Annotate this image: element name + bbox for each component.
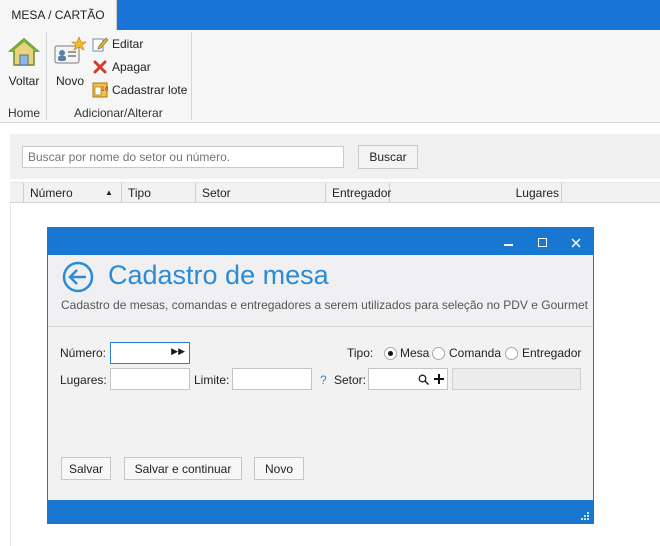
lugares-field[interactable] bbox=[110, 368, 190, 390]
radio-entregador-label[interactable]: Entregador bbox=[522, 346, 581, 360]
novo-button[interactable]: Novo bbox=[50, 34, 90, 96]
dialog-footer bbox=[48, 500, 593, 523]
limite-field[interactable] bbox=[232, 368, 312, 390]
numero-field[interactable]: ▶▶ bbox=[110, 342, 190, 364]
new-card-icon bbox=[54, 36, 87, 64]
novo-dialog-button[interactable]: Novo bbox=[254, 457, 304, 480]
back-arrow-icon[interactable] bbox=[62, 261, 94, 293]
setor-field[interactable] bbox=[368, 368, 448, 390]
column-header-tipo[interactable]: Tipo bbox=[122, 183, 196, 203]
home-icon bbox=[8, 38, 40, 66]
editar-label: Editar bbox=[112, 37, 144, 51]
limite-label: Limite: bbox=[194, 373, 230, 387]
radio-comanda-label[interactable]: Comanda bbox=[449, 346, 501, 360]
resize-grip-icon[interactable] bbox=[579, 510, 589, 520]
tab-mesa-cartao[interactable]: MESA / CARTÃO bbox=[0, 0, 117, 31]
column-header-label: Tipo bbox=[128, 186, 151, 200]
cadastrar-lote-button[interactable]: 10 Cadastrar lote bbox=[92, 80, 187, 100]
apagar-label: Apagar bbox=[112, 60, 151, 74]
setor-name-display bbox=[452, 368, 581, 390]
column-header-label: Entregador bbox=[332, 186, 392, 200]
search-input[interactable] bbox=[22, 146, 344, 168]
search-button[interactable]: Buscar bbox=[358, 145, 418, 169]
dialog-titlebar[interactable] bbox=[48, 228, 593, 255]
setor-label: Setor: bbox=[334, 373, 367, 387]
column-header-setor[interactable]: Setor bbox=[196, 183, 326, 203]
group-label-adicionar-alterar: Adicionar/Alterar bbox=[74, 106, 163, 120]
voltar-label: Voltar bbox=[8, 74, 40, 88]
column-header-numero[interactable]: Número ▲ bbox=[24, 183, 122, 203]
column-header-label: Setor bbox=[202, 186, 231, 200]
group-label-home: Home bbox=[8, 106, 41, 120]
radio-entregador[interactable] bbox=[505, 347, 518, 360]
close-icon[interactable] bbox=[559, 228, 593, 255]
lugares-label: Lugares: bbox=[60, 373, 107, 387]
batch-icon: 10 bbox=[92, 82, 108, 98]
column-header-lugares[interactable]: Lugares bbox=[390, 183, 562, 203]
sort-ascending-icon: ▲ bbox=[105, 188, 113, 197]
grid-border bbox=[10, 203, 11, 546]
salvar-continuar-button[interactable]: Salvar e continuar bbox=[124, 457, 242, 480]
radio-comanda[interactable] bbox=[432, 347, 445, 360]
column-header-label: Número bbox=[30, 186, 73, 200]
minimize-icon[interactable] bbox=[492, 228, 526, 255]
table-header: Número ▲ Tipo Setor Entregador Lugares bbox=[10, 182, 660, 203]
cadastro-mesa-dialog: Cadastro de mesa Cadastro de mesas, coma… bbox=[47, 227, 594, 524]
numero-label: Número: bbox=[60, 346, 107, 360]
search-icon[interactable] bbox=[418, 374, 429, 385]
dialog-subtitle: Cadastro de mesas, comandas e entregador… bbox=[61, 298, 588, 312]
column-header-entregador[interactable]: Entregador bbox=[326, 183, 392, 203]
group-divider bbox=[46, 32, 47, 120]
voltar-button[interactable]: Voltar bbox=[4, 34, 44, 96]
radio-mesa[interactable] bbox=[384, 347, 397, 360]
svg-text:10: 10 bbox=[101, 86, 108, 93]
add-icon[interactable] bbox=[434, 374, 444, 384]
maximize-icon[interactable] bbox=[526, 228, 560, 255]
delete-x-icon bbox=[93, 60, 107, 74]
novo-label: Novo bbox=[55, 74, 84, 88]
apagar-button[interactable]: Apagar bbox=[92, 57, 151, 77]
column-header-label: Lugares bbox=[515, 186, 559, 200]
cadastrar-lote-label: Cadastrar lote bbox=[112, 83, 188, 97]
radio-mesa-label[interactable]: Mesa bbox=[400, 346, 429, 360]
editar-button[interactable]: Editar bbox=[92, 34, 143, 54]
group-divider bbox=[191, 32, 192, 120]
fast-forward-icon[interactable]: ▶▶ bbox=[171, 346, 185, 357]
ribbon: Voltar Home Novo Editar Apagar 10 Cadast… bbox=[0, 30, 660, 123]
salvar-button[interactable]: Salvar bbox=[61, 457, 111, 480]
edit-icon bbox=[92, 37, 108, 52]
dialog-title: Cadastro de mesa bbox=[108, 260, 329, 290]
help-icon[interactable]: ? bbox=[320, 373, 327, 387]
tipo-label: Tipo: bbox=[347, 346, 374, 360]
row-header-cell bbox=[10, 183, 24, 203]
